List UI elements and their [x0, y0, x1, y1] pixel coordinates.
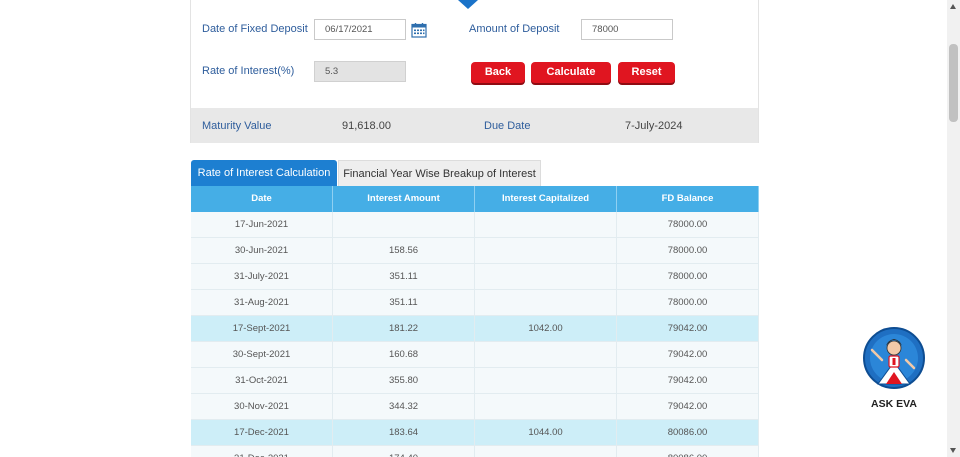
scrollbar-thumb[interactable] [949, 44, 958, 122]
maturity-value-label: Maturity Value [202, 120, 272, 132]
cell-interest-capitalized [475, 368, 617, 393]
due-date-label: Due Date [484, 120, 531, 132]
cell-date: 30-Sept-2021 [191, 342, 333, 367]
table-row: 31-July-2021 351.11 78000.00 [191, 264, 759, 290]
cell-interest-amount: 344.32 [333, 394, 475, 419]
cell-fd-balance: 78000.00 [617, 290, 759, 315]
back-button[interactable]: Back [471, 62, 525, 83]
cell-interest-capitalized: 1042.00 [475, 316, 617, 341]
cell-interest-amount: 351.11 [333, 264, 475, 289]
eva-avatar-icon [863, 327, 925, 389]
cell-interest-capitalized [475, 394, 617, 419]
cell-date: 30-Jun-2021 [191, 238, 333, 263]
fixed-deposit-date-input[interactable] [314, 19, 406, 40]
cell-date: 31-Aug-2021 [191, 290, 333, 315]
reset-button[interactable]: Reset [618, 62, 675, 83]
cell-fd-balance: 78000.00 [617, 212, 759, 237]
table-row: 30-Sept-2021 160.68 79042.00 [191, 342, 759, 368]
tab-interest-calculation[interactable]: Rate of Interest Calculation [191, 160, 337, 186]
cell-fd-balance: 79042.00 [617, 368, 759, 393]
cell-interest-amount: 174.40 [333, 446, 475, 457]
cell-date: 31-Oct-2021 [191, 368, 333, 393]
table-row: 31-Oct-2021 355.80 79042.00 [191, 368, 759, 394]
table-row: 30-Nov-2021 344.32 79042.00 [191, 394, 759, 420]
cell-fd-balance: 80086.00 [617, 446, 759, 457]
cell-date: 17-Jun-2021 [191, 212, 333, 237]
cell-interest-amount: 183.64 [333, 420, 475, 445]
cell-fd-balance: 80086.00 [617, 420, 759, 445]
amount-of-deposit-input[interactable] [581, 19, 673, 40]
cell-fd-balance: 79042.00 [617, 394, 759, 419]
interest-rate-label: Rate of Interest(%) [202, 65, 295, 77]
ask-eva-label: ASK EVA [871, 398, 917, 410]
scroll-up-arrow-icon[interactable] [950, 4, 956, 9]
fixed-deposit-date-label: Date of Fixed Deposit [202, 23, 308, 35]
table-row: 17-Jun-2021 78000.00 [191, 212, 759, 238]
table-row-capitalized: 17-Dec-2021 183.64 1044.00 80086.00 [191, 420, 759, 446]
table-row: 31-Aug-2021 351.11 78000.00 [191, 290, 759, 316]
cell-interest-amount: 351.11 [333, 290, 475, 315]
calendar-icon[interactable] [411, 22, 427, 38]
ask-eva-assistant[interactable]: ASK EVA [858, 322, 930, 414]
cell-interest-amount: 181.22 [333, 316, 475, 341]
cell-date: 31-July-2021 [191, 264, 333, 289]
cell-fd-balance: 79042.00 [617, 342, 759, 367]
cell-date: 31-Dec-2021 [191, 446, 333, 457]
header-interest-capitalized: Interest Capitalized [475, 186, 617, 212]
table-header: Date Interest Amount Interest Capitalize… [191, 186, 759, 212]
cell-date: 17-Sept-2021 [191, 316, 333, 341]
cell-interest-amount: 355.80 [333, 368, 475, 393]
header-fd-balance: FD Balance [617, 186, 759, 212]
cell-fd-balance: 78000.00 [617, 238, 759, 263]
amount-of-deposit-label: Amount of Deposit [469, 23, 560, 35]
header-date: Date [191, 186, 333, 212]
cell-fd-balance: 78000.00 [617, 264, 759, 289]
cell-interest-capitalized [475, 290, 617, 315]
cell-interest-amount: 158.56 [333, 238, 475, 263]
calculate-button[interactable]: Calculate [531, 62, 611, 83]
cell-date: 17-Dec-2021 [191, 420, 333, 445]
cell-interest-amount: 160.68 [333, 342, 475, 367]
fd-calculator-page: Date of Fixed Deposit Amount of Deposit … [0, 0, 960, 457]
cell-interest-capitalized [475, 342, 617, 367]
cell-interest-capitalized: 1044.00 [475, 420, 617, 445]
section-pointer-arrow [458, 0, 478, 9]
cell-fd-balance: 79042.00 [617, 316, 759, 341]
due-date-value: 7-July-2024 [625, 120, 683, 132]
cell-interest-capitalized [475, 446, 617, 457]
table-row: 31-Dec-2021 174.40 80086.00 [191, 446, 759, 457]
result-bar: Maturity Value 91,618.00 Due Date 7-July… [191, 108, 758, 143]
table-row: 30-Jun-2021 158.56 78000.00 [191, 238, 759, 264]
tab-financial-year-breakup[interactable]: Financial Year Wise Breakup of Interest [338, 160, 541, 186]
cell-date: 30-Nov-2021 [191, 394, 333, 419]
header-interest-amount: Interest Amount [333, 186, 475, 212]
deposit-form-card: Date of Fixed Deposit Amount of Deposit … [190, 0, 759, 143]
scroll-down-arrow-icon[interactable] [950, 448, 956, 453]
cell-interest-capitalized [475, 238, 617, 263]
cell-interest-capitalized [475, 212, 617, 237]
vertical-scrollbar[interactable] [947, 0, 960, 457]
interest-table: Date Interest Amount Interest Capitalize… [191, 186, 759, 457]
maturity-value: 91,618.00 [342, 120, 391, 132]
cell-interest-capitalized [475, 264, 617, 289]
cell-interest-amount [333, 212, 475, 237]
table-row-capitalized: 17-Sept-2021 181.22 1042.00 79042.00 [191, 316, 759, 342]
interest-rate-input [314, 61, 406, 82]
